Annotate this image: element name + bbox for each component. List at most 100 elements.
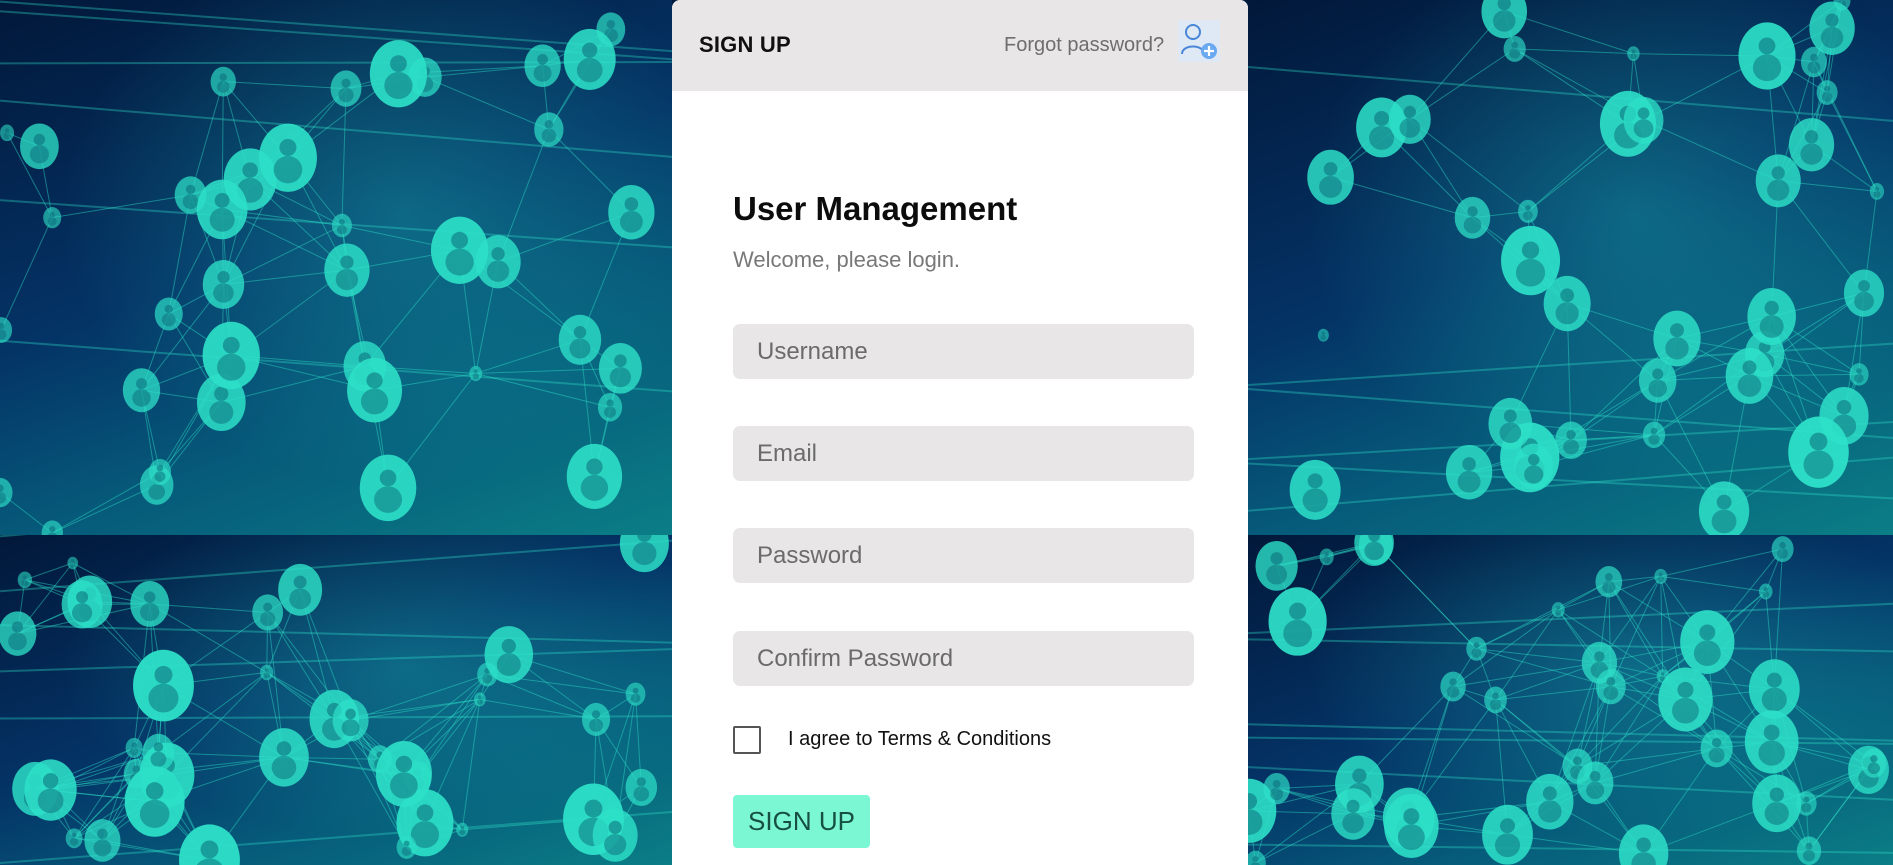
user-node-icon [1638, 358, 1677, 403]
user-node-icon [67, 556, 79, 570]
password-input[interactable] [733, 528, 1194, 583]
user-node-icon [1551, 602, 1565, 618]
user-node-icon [1317, 328, 1329, 342]
network-graphic [0, 535, 672, 865]
user-node-icon [210, 66, 236, 97]
user-node-icon [1788, 118, 1835, 172]
user-node-icon [17, 571, 33, 589]
user-node-icon [1482, 804, 1533, 865]
network-link [52, 194, 191, 219]
panel-header: SIGN UP Forgot password? [672, 0, 1248, 91]
user-node-icon [0, 611, 37, 656]
network-link [0, 217, 53, 331]
user-node-icon [124, 766, 185, 837]
user-node-icon [1466, 636, 1487, 661]
user-node-icon [1454, 196, 1491, 239]
user-node-icon [1627, 46, 1640, 61]
signup-button[interactable]: SIGN UP [733, 795, 870, 848]
network-link [341, 88, 347, 226]
user-node-icon [332, 699, 369, 742]
user-node-icon [1354, 535, 1394, 567]
user-node-icon [1501, 225, 1561, 296]
user-node-icon [524, 44, 561, 88]
user-node-icon [1268, 587, 1327, 656]
confirm-password-input[interactable] [733, 631, 1194, 686]
network-link [475, 367, 621, 374]
user-node-icon [1738, 22, 1796, 90]
user-node-icon [1788, 416, 1849, 488]
light-streak [1248, 66, 1893, 122]
user-node-icon [1744, 710, 1799, 774]
user-node-icon [1248, 850, 1266, 865]
user-node-icon [1518, 199, 1538, 223]
user-node-icon [566, 443, 623, 510]
user-node-icon [1595, 669, 1626, 705]
network-graphic [1248, 535, 1893, 865]
user-node-icon [0, 477, 13, 508]
user-node-icon [1555, 421, 1587, 460]
user-node-icon [130, 581, 170, 627]
background-tile-top-right [1248, 0, 1893, 535]
light-streak [1248, 602, 1893, 635]
user-node-icon [347, 357, 403, 423]
user-node-icon [1752, 774, 1802, 833]
user-node-icon [142, 733, 175, 772]
terms-label: I agree to Terms & Conditions [788, 728, 1052, 750]
network-link [1476, 581, 1610, 650]
user-node-icon [196, 179, 248, 240]
user-node-icon [1526, 773, 1574, 830]
user-node-icon [619, 535, 669, 573]
terms-checkbox[interactable] [733, 726, 761, 754]
light-streak [1248, 843, 1893, 854]
user-node-icon [1771, 536, 1794, 562]
user-node-icon [0, 124, 15, 142]
user-node-icon [1725, 347, 1774, 404]
user-node-icon [1440, 671, 1466, 702]
light-streak [0, 99, 672, 158]
user-node-icon [396, 835, 417, 859]
user-node-icon [592, 808, 638, 862]
user-node-icon [534, 112, 564, 147]
user-node-icon [598, 343, 642, 394]
add-user-icon[interactable] [1178, 20, 1220, 62]
user-node-icon [122, 368, 161, 413]
user-node-icon [1388, 94, 1431, 144]
username-input[interactable] [733, 324, 1194, 379]
user-node-icon [1795, 791, 1817, 816]
user-node-icon [1861, 748, 1887, 778]
signup-panel: SIGN UP Forgot password? User Management… [672, 0, 1248, 865]
user-node-icon [1576, 761, 1614, 805]
user-node-icon [625, 768, 658, 807]
user-node-icon [456, 822, 469, 837]
background-tile-bottom-left [0, 535, 672, 865]
user-node-icon [1642, 421, 1666, 449]
user-node-icon [1289, 459, 1341, 520]
user-node-icon [1445, 444, 1493, 500]
user-node-icon [330, 70, 362, 107]
network-link [1452, 662, 1600, 688]
email-input[interactable] [733, 426, 1194, 481]
user-node-icon [1680, 610, 1735, 674]
user-node-icon [1484, 686, 1507, 714]
user-node-icon [1658, 667, 1713, 732]
forgot-password-link[interactable]: Forgot password? [1004, 34, 1164, 57]
user-node-icon [1758, 583, 1773, 600]
user-node-icon [563, 28, 616, 91]
user-node-icon [1623, 96, 1664, 144]
user-node-icon [41, 520, 64, 535]
user-node-icon [1809, 1, 1855, 55]
network-link [1826, 92, 1878, 192]
user-node-icon [1747, 287, 1796, 346]
user-node-icon [1748, 659, 1800, 719]
network-link [52, 484, 157, 534]
user-node-icon [1319, 548, 1334, 566]
user-node-icon [278, 563, 323, 616]
light-streak [0, 648, 672, 673]
user-node-icon [259, 728, 309, 787]
user-node-icon [1263, 772, 1290, 805]
user-node-icon [1595, 566, 1623, 598]
background-tile-top-left [0, 0, 672, 535]
user-node-icon [1796, 836, 1822, 865]
network-link [350, 674, 488, 721]
page-title: User Management [733, 190, 1018, 227]
